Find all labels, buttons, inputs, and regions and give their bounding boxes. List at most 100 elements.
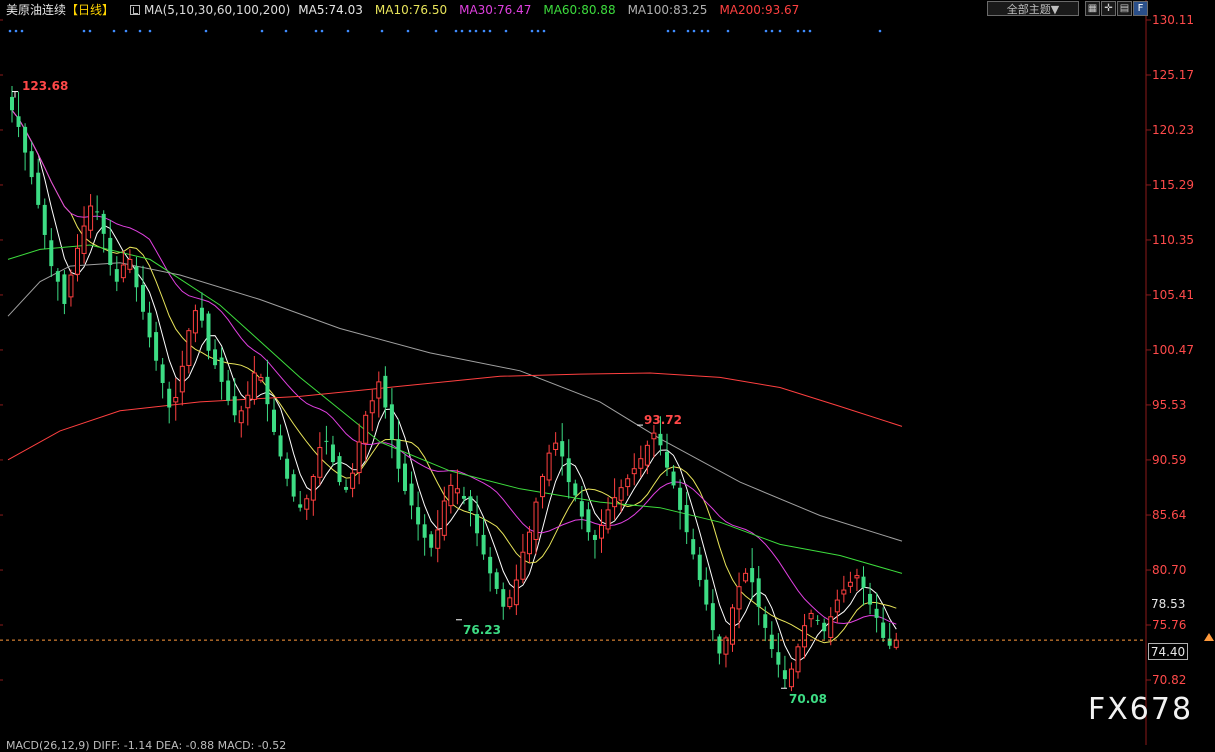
- candle: [599, 509, 604, 553]
- candle: [566, 439, 571, 499]
- candle: [179, 350, 185, 406]
- event-dot: [482, 29, 486, 33]
- candle: [854, 568, 860, 592]
- candle: [416, 491, 421, 541]
- period-label[interactable]: 【日线】: [66, 0, 114, 20]
- candle: [285, 452, 290, 487]
- candle: [36, 158, 41, 209]
- candle: [298, 490, 303, 512]
- theme-select[interactable]: 全部主题▼: [987, 1, 1079, 16]
- candle: [710, 589, 715, 642]
- candle: [383, 366, 388, 419]
- event-dot: [878, 29, 882, 33]
- candle: [507, 589, 513, 610]
- candle: [81, 206, 87, 264]
- candle: [743, 568, 749, 584]
- price-tick-11: 75.76: [1152, 618, 1186, 632]
- candle: [874, 592, 879, 633]
- candle: [847, 571, 853, 594]
- candle: [278, 424, 283, 460]
- candle: [238, 405, 244, 438]
- event-dot: [474, 29, 478, 33]
- event-dot: [460, 29, 464, 33]
- event-dot: [124, 29, 128, 33]
- candle: [409, 471, 414, 520]
- grid-icon[interactable]: ▦: [1085, 1, 1100, 16]
- indicator-icon[interactable]: [130, 5, 141, 15]
- candle: [29, 141, 34, 185]
- candle: [317, 432, 323, 486]
- candle: [154, 321, 159, 371]
- macd-label: MACD(26,12,9) DIFF: -1.14 DEA: -0.88 MAC…: [6, 739, 287, 752]
- event-dot: [504, 29, 508, 33]
- high-label: 123.68: [22, 79, 69, 93]
- candlestick-chart[interactable]: 130.11 125.17 120.23 115.29 110.35 105.41 100.…: [0, 0, 1215, 745]
- candle: [520, 533, 526, 584]
- fund-icon[interactable]: F: [1133, 1, 1148, 16]
- candle: [324, 425, 329, 455]
- candle: [173, 378, 179, 421]
- candle: [62, 270, 67, 315]
- price-axis: 130.11 125.17 120.23 115.29 110.35 105.41 100.…: [0, 0, 1194, 745]
- grid-layer: [0, 19, 3, 681]
- event-dot: [314, 29, 318, 33]
- candle: [756, 565, 761, 626]
- candle: [134, 256, 139, 302]
- event-dot: [764, 29, 768, 33]
- candle: [42, 198, 47, 250]
- candle-layer: [10, 85, 899, 692]
- candle: [546, 444, 552, 487]
- candle: [893, 632, 899, 650]
- symbol-name[interactable]: 美原油连续: [6, 0, 66, 20]
- candle: [612, 478, 618, 520]
- ma30-value: MA30:76.47: [459, 3, 532, 17]
- candle: [310, 474, 316, 516]
- price-tick-0: 130.11: [1152, 13, 1194, 27]
- event-dot: [82, 29, 86, 33]
- candle: [526, 525, 532, 563]
- candle: [887, 622, 892, 650]
- candle: [750, 548, 755, 600]
- ma-price-tag: 78.53: [1151, 597, 1186, 611]
- candle: [272, 398, 276, 436]
- table-icon[interactable]: ▤: [1117, 1, 1132, 16]
- ma30-line: [11, 109, 897, 625]
- candle: [68, 269, 74, 307]
- ma10-line: [11, 109, 897, 644]
- ma5-line: [11, 109, 897, 663]
- candle: [441, 486, 447, 541]
- candle: [330, 435, 335, 466]
- candle: [468, 489, 473, 527]
- candle: [291, 469, 296, 502]
- event-dot: [700, 29, 704, 33]
- event-dot: [796, 29, 800, 33]
- candle: [481, 517, 486, 560]
- ma100-value: MA100:83.25: [627, 3, 708, 17]
- candle: [788, 662, 794, 692]
- event-dot: [14, 29, 18, 33]
- event-dot: [692, 29, 696, 33]
- candle: [75, 234, 80, 282]
- candle: [513, 564, 519, 616]
- candle: [841, 575, 847, 603]
- ma-params[interactable]: MA(5,10,30,60,100,200): [144, 0, 290, 20]
- price-tick-10: 80.70: [1152, 563, 1186, 577]
- candle: [691, 528, 696, 560]
- crosshair-icon[interactable]: ✛: [1101, 1, 1116, 16]
- candle: [23, 123, 28, 171]
- candle: [665, 433, 669, 476]
- event-dot: [468, 29, 472, 33]
- event-dot: [20, 29, 24, 33]
- candle: [540, 473, 546, 509]
- candle: [697, 546, 702, 587]
- candle: [265, 359, 270, 422]
- candle: [141, 265, 145, 320]
- candle: [192, 304, 198, 343]
- event-dot: [320, 29, 324, 33]
- candle: [631, 453, 637, 486]
- event-dot: [260, 29, 264, 33]
- candle: [592, 529, 597, 559]
- candle: [186, 328, 192, 374]
- candle: [219, 347, 224, 400]
- event-dot: [530, 29, 534, 33]
